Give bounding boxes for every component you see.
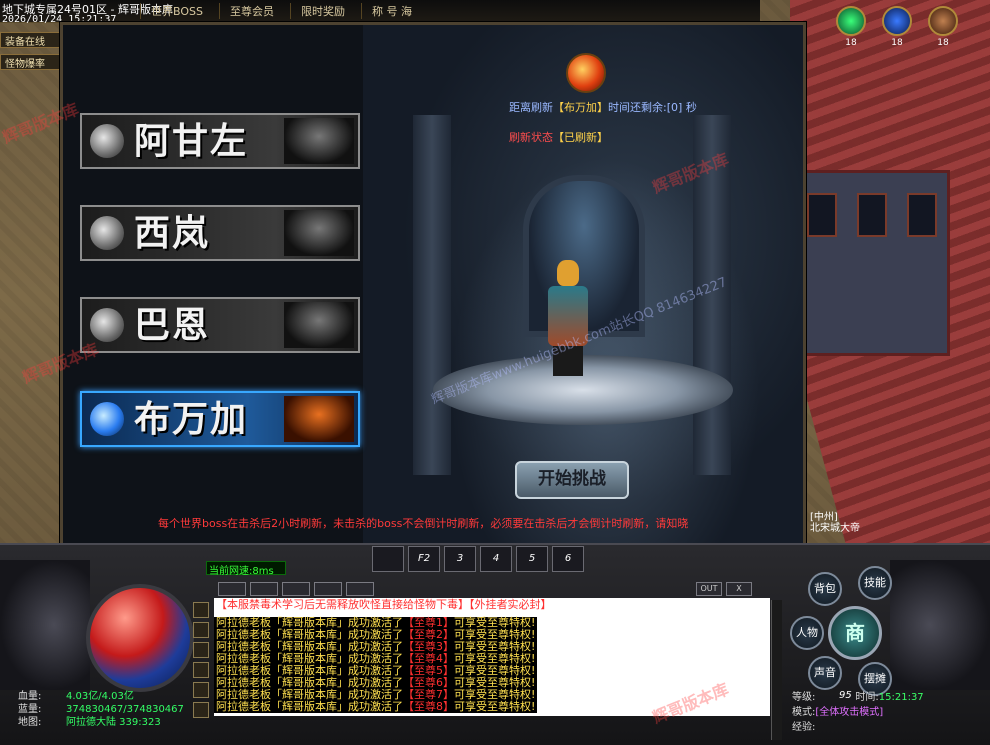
chat-out-button[interactable]: OUT <box>696 582 722 596</box>
top-icon-3[interactable]: 18 <box>928 6 958 48</box>
top-bar: 地下城专属24号01区 - 辉哥版本库 2026/01/24 15:21:37 … <box>0 0 760 25</box>
chat-tab[interactable] <box>218 582 246 596</box>
mp-value: 374830467/374830467 <box>66 704 184 715</box>
right-stats: 等级: 时间:15:21:37 模式:[全体攻击模式] 经验: <box>792 692 924 733</box>
chat-message: 阿拉德老板「辉哥版本库」成功激活了【至尊8】可享受至尊特权! <box>214 700 538 713</box>
equipment-online-button[interactable]: 装备在线 <box>0 32 60 48</box>
bag-icon <box>928 6 958 36</box>
nav-vip[interactable]: 至尊会员 <box>218 3 284 19</box>
dragon-ornament-right <box>890 560 990 690</box>
boss-name: 阿甘左 <box>134 121 249 162</box>
chat-window-controls: OUT X <box>696 582 752 596</box>
chat-tab[interactable] <box>282 582 310 596</box>
boss-option-xilan[interactable]: 西岚 <box>80 205 360 261</box>
nav-limited-reward[interactable]: 限时奖励 <box>289 3 355 19</box>
attack-mode[interactable]: [全体攻击模式] <box>815 707 883 718</box>
chat-tab[interactable] <box>346 582 374 596</box>
fire-orb-icon <box>566 53 606 93</box>
green-orb-icon <box>836 6 866 36</box>
icon-count: 18 <box>937 38 949 48</box>
skill-button[interactable]: 技能 <box>858 566 892 600</box>
boss-model <box>543 260 593 380</box>
channel-button[interactable] <box>193 622 209 638</box>
channel-button[interactable] <box>193 602 209 618</box>
boss-orb-icon <box>90 216 124 250</box>
skill-slot-4[interactable]: 4 <box>480 546 512 572</box>
shield-icon <box>882 6 912 36</box>
character-button[interactable]: 人物 <box>790 616 824 650</box>
boss-name: 布万加 <box>134 399 249 440</box>
temple-window <box>807 193 837 237</box>
top-nav: 世界BOSS 至尊会员 限时奖励 称 号 海 <box>140 3 422 19</box>
top-icon-1[interactable]: 18 <box>836 6 866 48</box>
boss-option-baen[interactable]: 巴恩 <box>80 297 360 353</box>
sound-button[interactable]: 声音 <box>808 656 842 690</box>
map-value: 阿拉德大陆 339:323 <box>66 717 161 728</box>
chat-tab[interactable] <box>250 582 278 596</box>
dragon-ornament-left <box>0 560 90 690</box>
channel-button[interactable] <box>193 682 209 698</box>
boss-portrait <box>284 118 354 164</box>
boss-portrait <box>284 302 354 348</box>
skill-slot-5[interactable]: 5 <box>516 546 548 572</box>
channel-button[interactable] <box>193 702 209 718</box>
hp-value: 4.03亿/4.03亿 <box>66 691 134 702</box>
shop-button[interactable]: 商 <box>828 606 882 660</box>
chat-channel-buttons <box>193 602 209 718</box>
temple-window <box>907 193 937 237</box>
nav-title[interactable]: 称 号 海 <box>360 3 422 19</box>
boss-portrait <box>284 210 354 256</box>
npc-label[interactable]: [中州] 北宋城大帝 <box>810 512 860 534</box>
channel-button[interactable] <box>193 662 209 678</box>
skill-slot-1[interactable] <box>372 546 404 572</box>
network-speed: 当前网速:8ms <box>206 561 286 577</box>
icon-count: 18 <box>845 38 857 48</box>
arena-pillar <box>413 115 451 475</box>
boss-orb-icon <box>90 402 124 436</box>
player-level: 95 <box>839 690 852 701</box>
boss-portrait <box>284 396 354 442</box>
boss-orb-icon <box>90 308 124 342</box>
hp-mp-orb <box>86 584 194 692</box>
game-time: 15:21:37 <box>878 692 924 703</box>
boss-name: 西岚 <box>134 213 211 254</box>
chat-close-button[interactable]: X <box>726 582 752 596</box>
temple-window <box>857 193 887 237</box>
chat-tabs <box>218 582 374 596</box>
skill-bar: F2 3 4 5 6 <box>372 546 584 572</box>
icon-count: 18 <box>891 38 903 48</box>
temple-wall <box>794 170 950 356</box>
player-stats: 血量: 4.03亿/4.03亿 蓝量: 374830467/374830467 地图… <box>18 691 184 728</box>
bag-button[interactable]: 背包 <box>808 572 842 606</box>
nav-world-boss[interactable]: 世界BOSS <box>140 3 213 19</box>
boss-option-buwanjia[interactable]: 布万加 <box>80 391 360 447</box>
boss-orb-icon <box>90 124 124 158</box>
refresh-notice: 每个世界boss在击杀后2小时刷新，未击杀的boss不会倒计时刷新，必须要在击杀… <box>158 517 689 530</box>
channel-button[interactable] <box>193 642 209 658</box>
chat-scrollbar[interactable] <box>771 600 782 740</box>
chat-tab[interactable] <box>314 582 342 596</box>
skill-slot-2[interactable]: F2 <box>408 546 440 572</box>
refresh-countdown: 距离刷新【布万加】时间还剩余:[0] 秒 <box>509 101 697 114</box>
top-icon-2[interactable]: 18 <box>882 6 912 48</box>
monster-drop-button[interactable]: 怪物爆率 <box>0 54 60 70</box>
skill-slot-3[interactable]: 3 <box>444 546 476 572</box>
start-challenge-button[interactable]: 开始挑战 <box>515 461 629 499</box>
boss-option-agamzo[interactable]: 阿甘左 <box>80 113 360 169</box>
chat-announcement: 【本服禁毒术学习后无需释放吹怪直接给怪物下毒】【外挂者实必封】 <box>216 598 552 611</box>
refresh-status: 刷新状态【已刷新】 <box>509 131 608 144</box>
boss-name: 巴恩 <box>134 305 211 346</box>
skill-slot-6[interactable]: 6 <box>552 546 584 572</box>
